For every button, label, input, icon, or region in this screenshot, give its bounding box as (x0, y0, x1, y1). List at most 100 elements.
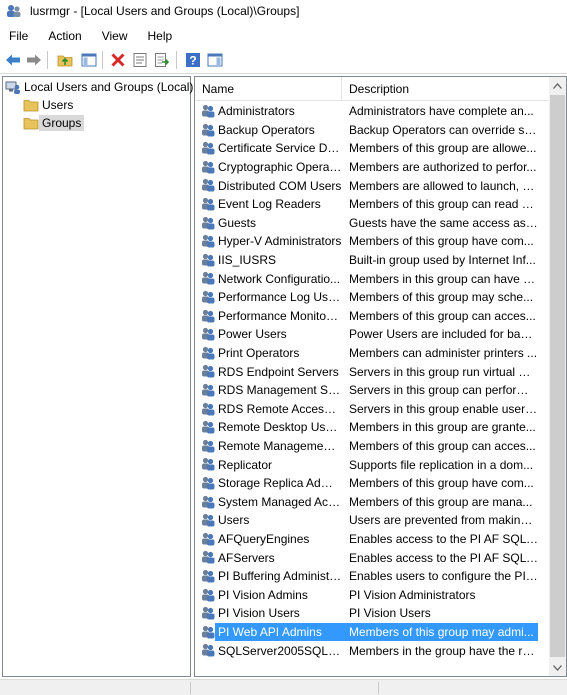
group-name: Distributed COM Users (218, 178, 342, 193)
table-row[interactable]: Cryptographic Operat... Members are autho… (195, 158, 551, 177)
group-icon (200, 401, 216, 417)
tree-item-users[interactable]: Users (23, 96, 76, 114)
forward-icon[interactable] (25, 51, 43, 69)
vertical-scrollbar[interactable] (549, 77, 566, 676)
group-icon (200, 159, 216, 175)
group-icon (200, 456, 216, 472)
group-name: RDS Endpoint Servers (218, 364, 339, 379)
group-icon (200, 642, 216, 658)
group-name: PI Vision Admins (218, 587, 308, 602)
table-row[interactable]: AFQueryEngines Enables access to the PI A… (195, 530, 551, 549)
list-header: Name Description (195, 77, 551, 101)
group-description: Members of this group have com... (349, 476, 534, 491)
table-row[interactable]: Performance Log Users Members of this gro… (195, 288, 551, 307)
group-name: PI Web API Admins (215, 623, 342, 642)
group-name: AFServers (218, 550, 275, 565)
table-row[interactable]: Certificate Service DC... Members of this… (195, 139, 551, 158)
group-name: Administrators (218, 104, 295, 119)
show-hide-action-pane-icon[interactable] (206, 51, 224, 69)
group-icon (200, 549, 216, 565)
delete-icon[interactable] (109, 51, 127, 69)
properties-icon[interactable] (131, 51, 149, 69)
scroll-down-icon[interactable] (549, 659, 566, 676)
table-row[interactable]: PI Vision Users PI Vision Users (195, 604, 551, 623)
group-icon (200, 512, 216, 528)
group-description: Members of this group are mana... (349, 494, 533, 509)
group-icon (200, 308, 216, 324)
table-row[interactable]: Print Operators Members can administer pr… (195, 344, 551, 363)
table-row[interactable]: Backup Operators Backup Operators can ove… (195, 121, 551, 140)
table-row[interactable]: PI Web API Admins Members of this group m… (195, 623, 551, 642)
tree-item-groups[interactable]: Groups (23, 114, 85, 132)
table-row[interactable]: Network Configuratio... Members in this g… (195, 269, 551, 288)
table-row[interactable]: Users Users are prevented from making ... (195, 511, 551, 530)
folder-icon (23, 115, 39, 131)
table-row[interactable]: Hyper-V Administrators Members of this gr… (195, 232, 551, 251)
group-name: Remote Management... (218, 439, 342, 454)
title-bar[interactable]: lusrmgr - [Local Users and Groups (Local… (0, 0, 567, 24)
group-description: Servers in this group run virtual m... (349, 364, 538, 379)
menu-file[interactable]: File (0, 26, 38, 46)
table-row[interactable]: Event Log Readers Members of this group c… (195, 195, 551, 214)
group-description: Guests have the same access as m... (349, 215, 538, 230)
table-row[interactable]: AFServers Enables access to the PI AF SQL… (195, 548, 551, 567)
table-row[interactable]: Storage Replica Admi... Members of this g… (195, 474, 551, 493)
group-description: Members are authorized to perfor... (349, 160, 537, 175)
table-row[interactable]: Administrators Administrators have comple… (195, 102, 551, 121)
group-name: Cryptographic Operat... (218, 160, 342, 175)
group-name: Users (218, 513, 250, 528)
tree-item-label: Groups (39, 115, 85, 131)
menu-bar: File Action View Help (0, 26, 567, 46)
table-row[interactable]: RDS Management Ser... Servers in this gro… (195, 381, 551, 400)
group-description: Administrators have complete an... (349, 104, 534, 119)
table-row[interactable]: Remote Management... Members of this grou… (195, 437, 551, 456)
group-description: Users are prevented from making ... (349, 513, 538, 528)
group-name: AFQueryEngines (218, 532, 310, 547)
group-name: SQLServer2005SQLBro... (218, 643, 342, 658)
group-description: Members can administer printers ... (349, 346, 538, 361)
tree-root[interactable]: Local Users and Groups (Local) (5, 78, 196, 96)
computer-users-icon (5, 79, 21, 95)
groups-list[interactable]: Name Description Administrators Administr… (194, 76, 567, 677)
group-description: Enables access to the PI AF SQL D... (349, 532, 538, 547)
menu-view[interactable]: View (92, 26, 138, 46)
table-row[interactable]: Remote Desktop Users Members in this grou… (195, 418, 551, 437)
group-description: Power Users are included for back... (349, 327, 538, 342)
group-name: IIS_IUSRS (218, 253, 277, 268)
group-name: System Managed Acc... (218, 494, 342, 509)
help-icon[interactable]: ? (184, 51, 202, 69)
menu-action[interactable]: Action (38, 26, 91, 46)
export-list-icon[interactable] (153, 51, 171, 69)
table-row[interactable]: RDS Endpoint Servers Servers in this grou… (195, 362, 551, 381)
table-row[interactable]: RDS Remote Access S... Servers in this gr… (195, 400, 551, 419)
menu-help[interactable]: Help (138, 26, 183, 46)
table-row[interactable]: Performance Monitor ... Members of this g… (195, 307, 551, 326)
group-icon (200, 196, 216, 212)
group-description: Built-in group used by Internet Inf... (349, 253, 536, 268)
table-row[interactable]: PI Vision Admins PI Vision Administrators (195, 586, 551, 605)
table-row[interactable]: Replicator Supports file replication in a… (195, 455, 551, 474)
group-description: Members of this group are allowe... (349, 141, 537, 156)
table-row[interactable]: Distributed COM Users Members are allowed… (195, 176, 551, 195)
group-description: Enables users to configure the PI ... (349, 569, 538, 584)
column-header-description[interactable]: Description (342, 77, 551, 101)
tree-root-label: Local Users and Groups (Local) (24, 80, 194, 94)
up-folder-icon[interactable] (56, 51, 74, 69)
scroll-up-icon[interactable] (549, 77, 566, 94)
back-icon[interactable] (4, 51, 22, 69)
show-hide-tree-icon[interactable] (80, 51, 98, 69)
table-row[interactable]: System Managed Acc... Members of this gro… (195, 493, 551, 512)
group-icon (200, 140, 216, 156)
group-name: Storage Replica Admi... (218, 476, 342, 491)
scroll-thumb[interactable] (550, 95, 565, 657)
table-row[interactable]: IIS_IUSRS Built-in group used by Internet… (195, 251, 551, 270)
table-row[interactable]: Power Users Power Users are included for … (195, 325, 551, 344)
column-header-name[interactable]: Name (195, 77, 342, 101)
console-tree[interactable]: Local Users and Groups (Local) Users Gro… (2, 76, 193, 677)
table-row[interactable]: SQLServer2005SQLBro... Members in the gro… (195, 641, 551, 660)
toolbar: ? (0, 46, 567, 74)
table-row[interactable]: Guests Guests have the same access as m..… (195, 214, 551, 233)
group-description: Servers in this group can perform ... (349, 383, 538, 398)
group-description: PI Vision Users (349, 606, 431, 621)
table-row[interactable]: PI Buffering Administr... Enables users t… (195, 567, 551, 586)
